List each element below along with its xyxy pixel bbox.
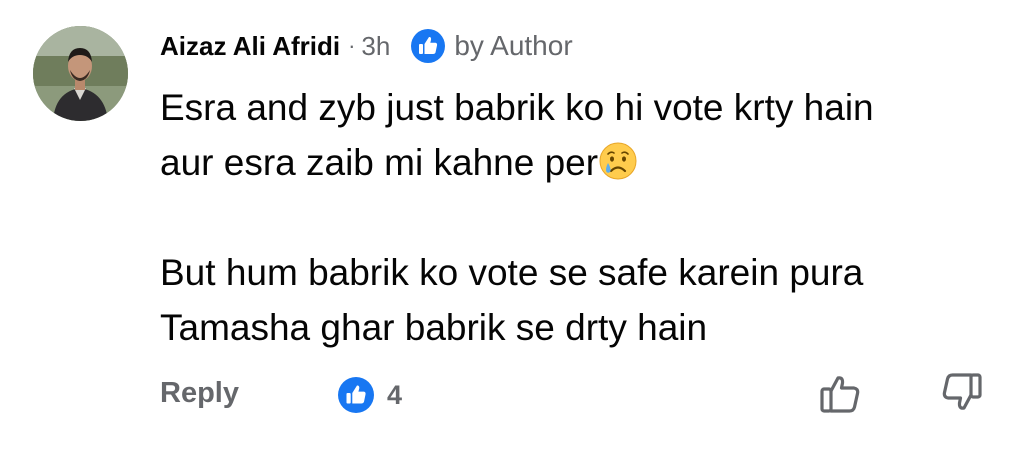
comment-body: Esra and zyb just babrik ko hi vote krty… (160, 80, 990, 355)
thumbs-down-icon[interactable] (938, 370, 984, 416)
reply-button[interactable]: Reply (160, 377, 239, 410)
reaction-summary[interactable]: 4 (337, 376, 402, 414)
comment-line: Esra and zyb just babrik ko hi vote krty… (160, 87, 874, 128)
reaction-count: 4 (387, 379, 403, 410)
like-icon (338, 377, 374, 413)
crying-face-icon (599, 142, 637, 180)
separator-dot: · (348, 33, 356, 58)
comment-line-with-emoji: aur esra zaib mi kahne per (160, 135, 990, 190)
thumbs-up-icon[interactable] (818, 370, 864, 416)
author-badge-label: by Author (454, 30, 573, 61)
avatar-photo (33, 26, 128, 121)
comment-line: But hum babrik ko vote se safe karein pu… (160, 252, 864, 293)
comment-header: Aizaz Ali Afridi · 3h by Author (160, 26, 573, 66)
comment-line: Tamasha ghar babrik se drty hain (160, 307, 708, 348)
like-icon (411, 29, 446, 63)
avatar[interactable] (33, 26, 128, 121)
author-name[interactable]: Aizaz Ali Afridi (160, 31, 340, 62)
comment-time[interactable]: 3h (361, 31, 390, 62)
author-badge: by Author (410, 28, 573, 64)
comment-line: aur esra zaib mi kahne per (160, 142, 599, 183)
